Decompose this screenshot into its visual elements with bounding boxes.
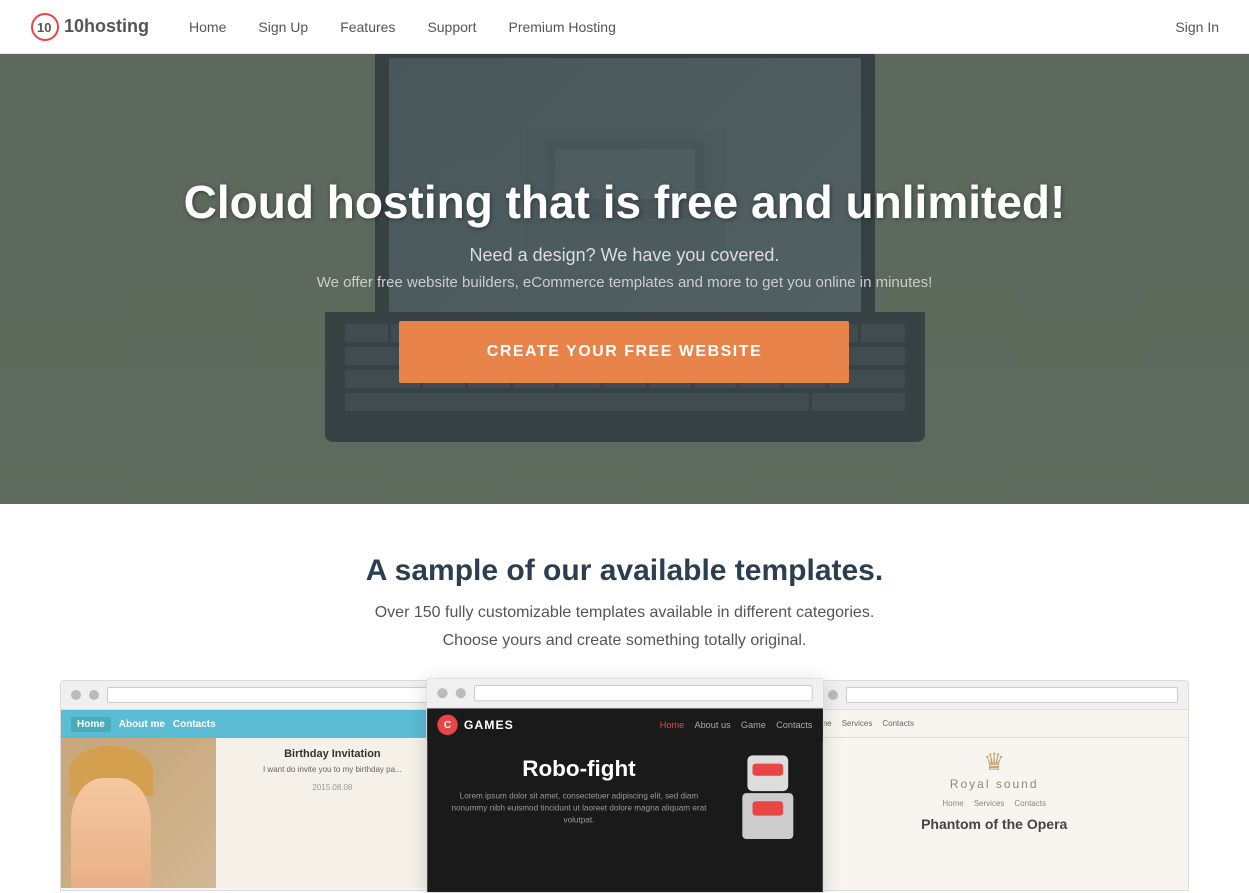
nav-support[interactable]: Support [427,19,476,35]
games-title: Robo-fight [441,755,716,782]
hero-subtitle: Need a design? We have you covered. [470,245,780,266]
birthday-nav: Home About me Contacts [61,710,449,738]
robot-illustration [726,755,808,839]
nav-premium[interactable]: Premium Hosting [508,19,615,35]
robot-head [747,755,788,791]
template-previews: Home About me Contacts Birthday Invitati… [60,680,1189,891]
birthday-template: Home About me Contacts Birthday Invitati… [61,710,449,890]
nav-home[interactable]: Home [189,19,226,35]
games-url-bar [474,685,812,701]
logo[interactable]: 10 10hosting [30,12,149,42]
section-subtitle: Over 150 fully customizable templates av… [60,604,1189,622]
hero-cta-button[interactable]: CREATE YOUR FREE WEBSITE [399,321,849,383]
royal-url-bar [846,687,1178,703]
games-nav: C GAMES Home About us Game Contacts [427,708,822,741]
birthday-body: Birthday Invitation I want do invite you… [61,738,449,888]
royal-logo-area: ♛ Royal sound [810,748,1178,791]
bday-nav-about[interactable]: About me [119,719,165,730]
royal-browser-bar [800,681,1188,710]
royal-nav-services[interactable]: Services [842,719,873,728]
nav-signup[interactable]: Sign Up [258,19,308,35]
nav-features[interactable]: Features [340,19,395,35]
birthday-text-area: Birthday Invitation I want do invite you… [216,738,449,888]
svg-text:10: 10 [37,20,51,35]
nav-links: Home Sign Up Features Support Premium Ho… [189,19,1175,35]
templates-section: A sample of our available templates. Ove… [0,504,1249,891]
royal-brand-name: Royal sound [810,777,1178,791]
template-birthday-window: Home About me Contacts Birthday Invitati… [60,680,450,891]
hero-title: Cloud hosting that is free and unlimited… [184,175,1066,230]
robot-visor [752,764,783,776]
royal-content-title: Phantom of the Opera [810,816,1178,832]
birthday-date: 2015.08.08 [226,783,439,792]
games-logo-icon: C [437,715,457,735]
royal-sub-home[interactable]: Home [942,799,963,808]
royal-logo-image: ♛ [810,748,1178,777]
template-games-window: C GAMES Home About us Game Contacts Robo… [426,678,823,893]
birthday-photo [61,738,216,888]
royal-nav-contacts[interactable]: Contacts [882,719,914,728]
signin-link[interactable]: Sign In [1175,19,1219,35]
games-nav-home[interactable]: Home [659,720,683,730]
birthday-heading: Birthday Invitation [226,748,439,760]
games-template: C GAMES Home About us Game Contacts Robo… [427,708,822,892]
games-browser-bar [427,679,822,709]
section-subtitle2: Choose yours and create something totall… [60,632,1189,650]
royal-body: ♛ Royal sound Home Services Contacts Pha… [800,738,1188,842]
games-nav-about[interactable]: About us [694,720,730,730]
browser-forward-btn[interactable] [89,690,99,700]
games-logo: C GAMES [437,715,514,735]
games-text-area: Robo-fight Lorem ipsum dolor sit amet, c… [441,755,716,839]
browser-back-btn[interactable] [71,690,81,700]
bday-face [71,778,151,888]
birthday-url-bar [107,687,439,703]
games-logo-text: GAMES [464,718,514,732]
royal-content-area: Phantom of the Opera [810,816,1178,832]
royal-forward-btn[interactable] [828,690,838,700]
birthday-browser-bar [61,681,449,710]
logo-icon: 10 [30,12,60,42]
hero-section: Cloud hosting that is free and unlimited… [0,54,1249,504]
royal-sub-nav: Home Services Contacts [810,799,1178,808]
games-body: Robo-fight Lorem ipsum dolor sit amet, c… [427,741,822,853]
royal-nav: Home Services Contacts [800,710,1188,738]
section-title: A sample of our available templates. [60,554,1189,588]
games-body-text: Lorem ipsum dolor sit amet, consectetuer… [441,790,716,827]
games-nav-links: Home About us Game Contacts [659,720,812,730]
royal-sub-services[interactable]: Services [974,799,1005,808]
games-nav-contacts[interactable]: Contacts [776,720,812,730]
games-nav-game[interactable]: Game [741,720,766,730]
robot-body [742,793,793,839]
hero-description: We offer free website builders, eCommerc… [317,274,933,291]
games-forward-btn[interactable] [455,688,465,698]
bday-nav-home[interactable]: Home [71,717,111,732]
royal-template: Home Services Contacts ♛ Royal sound Hom… [800,710,1188,890]
template-royal-window: Home Services Contacts ♛ Royal sound Hom… [799,680,1189,891]
navbar: 10 10hosting Home Sign Up Features Suppo… [0,0,1249,54]
bday-nav-contacts[interactable]: Contacts [173,719,216,730]
games-back-btn[interactable] [437,688,447,698]
logo-text: 10hosting [64,16,149,37]
robot-chest [752,801,783,815]
birthday-body-text: I want do invite you to my birthday pa..… [226,764,439,775]
royal-sub-contacts[interactable]: Contacts [1014,799,1046,808]
hero-content: Cloud hosting that is free and unlimited… [184,175,1066,382]
